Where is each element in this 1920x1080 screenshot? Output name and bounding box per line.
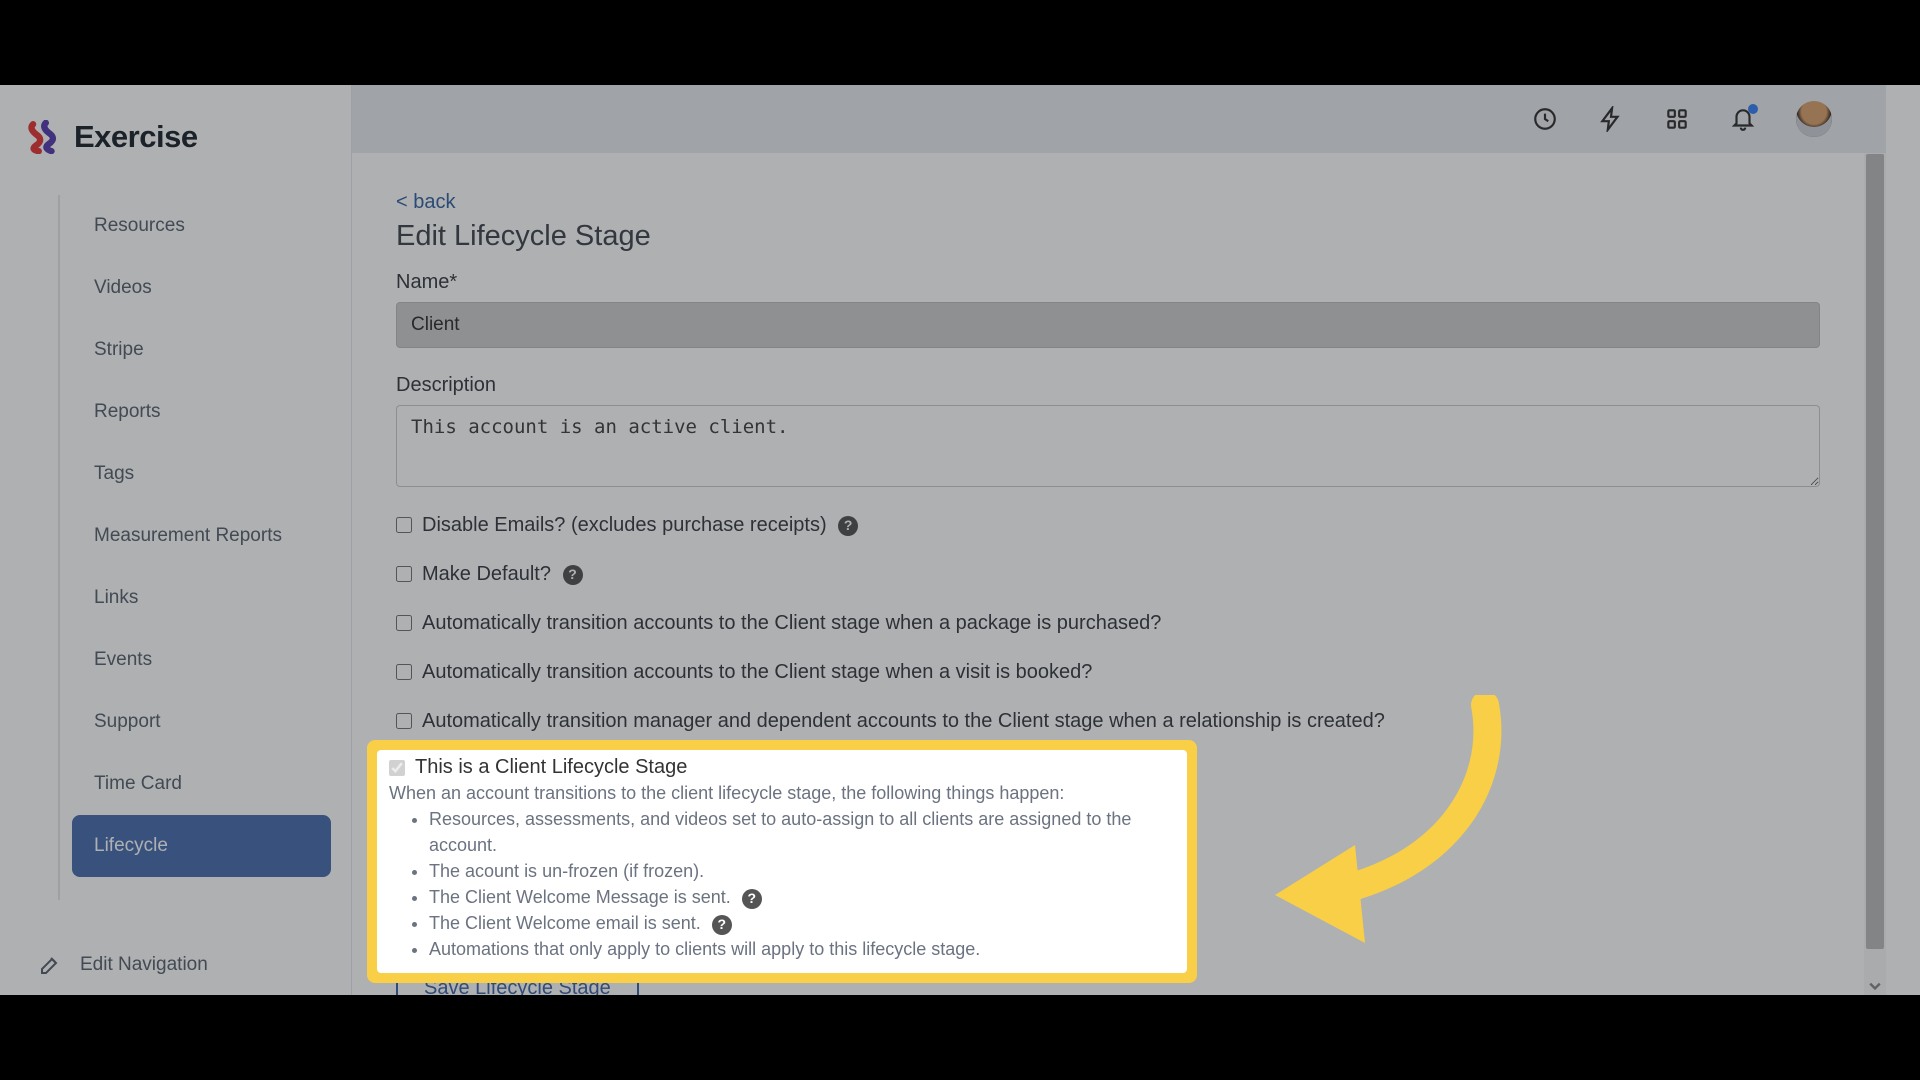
bullet-item: Automations that only apply to clients w… <box>429 936 1175 962</box>
auto-package-option[interactable]: Automatically transition accounts to the… <box>396 608 1820 639</box>
sidebar-item-links[interactable]: Links <box>72 567 331 629</box>
sidebar-item-label: Videos <box>94 277 152 299</box>
highlight-panel: This is a Client Lifecycle Stage When an… <box>377 750 1187 973</box>
bullet-item: Resources, assessments, and videos set t… <box>429 806 1175 858</box>
description-label: Description <box>396 374 1820 397</box>
name-input[interactable] <box>396 302 1820 348</box>
highlight-callout: This is a Client Lifecycle Stage When an… <box>381 724 1197 983</box>
sidebar-item-events[interactable]: Events <box>72 629 331 691</box>
brand: Exercise <box>0 85 351 155</box>
sidebar-item-lifecycle[interactable]: Lifecycle <box>72 815 331 877</box>
help-icon[interactable]: ? <box>712 915 732 935</box>
sidebar-item-label: Events <box>94 649 152 671</box>
avatar[interactable] <box>1796 101 1832 137</box>
auto-visit-checkbox[interactable] <box>396 664 412 680</box>
highlight-border: This is a Client Lifecycle Stage When an… <box>367 740 1197 983</box>
auto-visit-option[interactable]: Automatically transition accounts to the… <box>396 657 1820 688</box>
client-lifecycle-checkbox[interactable] <box>389 760 405 776</box>
grid-apps-icon[interactable] <box>1664 106 1690 132</box>
brand-logo-icon <box>26 120 60 154</box>
client-lifecycle-label: This is a Client Lifecycle Stage <box>415 756 687 779</box>
sidebar-item-label: Resources <box>94 215 185 237</box>
notification-dot <box>1748 104 1758 114</box>
sidebar-item-label: Support <box>94 711 161 733</box>
auto-package-checkbox[interactable] <box>396 615 412 631</box>
bullet-item: The acount is un-frozen (if frozen). <box>429 858 1175 884</box>
sidebar-item-support[interactable]: Support <box>72 691 331 753</box>
client-lifecycle-bullets: Resources, assessments, and videos set t… <box>389 806 1175 963</box>
sidebar-item-tags[interactable]: Tags <box>72 443 331 505</box>
sidebar-item-resources[interactable]: Resources <box>72 195 331 257</box>
sidebar-item-videos[interactable]: Videos <box>72 257 331 319</box>
make-default-option[interactable]: Make Default? ? <box>396 559 1820 590</box>
letterbox-bottom <box>0 995 1920 1080</box>
auto-package-label: Automatically transition accounts to the… <box>422 608 1161 639</box>
help-icon[interactable]: ? <box>838 516 858 536</box>
make-default-label: Make Default? <box>422 563 551 585</box>
client-lifecycle-option[interactable]: This is a Client Lifecycle Stage <box>389 756 1175 779</box>
bullet-item: The Client Welcome Message is sent. ? <box>429 884 1175 910</box>
app-stage: Exercise Resources Videos Stripe Reports… <box>0 85 1920 995</box>
letterbox-top <box>0 0 1920 85</box>
client-lifecycle-lead: When an account transitions to the clien… <box>389 783 1175 804</box>
page-title: Edit Lifecycle Stage <box>396 220 1820 253</box>
bell-icon[interactable] <box>1730 106 1756 132</box>
auto-visit-label: Automatically transition accounts to the… <box>422 657 1092 688</box>
edit-icon <box>38 953 62 977</box>
sidebar-item-label: Links <box>94 587 138 609</box>
help-icon[interactable]: ? <box>563 565 583 585</box>
back-link[interactable]: < back <box>396 191 455 213</box>
edit-navigation-button[interactable]: Edit Navigation <box>38 953 208 977</box>
make-default-checkbox[interactable] <box>396 566 412 582</box>
sidebar-item-label: Measurement Reports <box>94 525 282 547</box>
sidebar-item-label: Reports <box>94 401 161 423</box>
disable-emails-option[interactable]: Disable Emails? (excludes purchase recei… <box>396 510 1820 541</box>
sidebar-item-stripe[interactable]: Stripe <box>72 319 331 381</box>
description-textarea[interactable] <box>396 405 1820 487</box>
sidebar-item-label: Stripe <box>94 339 144 361</box>
sidebar: Exercise Resources Videos Stripe Reports… <box>0 85 352 995</box>
sidebar-item-label: Tags <box>94 463 134 485</box>
name-label: Name* <box>396 271 1820 294</box>
brand-name: Exercise <box>74 119 198 155</box>
sidebar-item-label: Time Card <box>94 773 182 795</box>
disable-emails-label: Disable Emails? (excludes purchase recei… <box>422 514 827 536</box>
sidebar-item-label: Lifecycle <box>94 835 168 857</box>
sidebar-item-time-card[interactable]: Time Card <box>72 753 331 815</box>
edit-navigation-label: Edit Navigation <box>80 954 208 976</box>
sidebar-nav: Resources Videos Stripe Reports Tags Mea… <box>58 195 333 877</box>
sidebar-item-measurement-reports[interactable]: Measurement Reports <box>72 505 331 567</box>
disable-emails-checkbox[interactable] <box>396 517 412 533</box>
scroll-down-arrow-icon[interactable] <box>1869 980 1881 992</box>
scrollbar-thumb[interactable] <box>1866 154 1884 949</box>
topbar <box>352 85 1886 153</box>
history-icon[interactable] <box>1532 106 1558 132</box>
bullet-item: The Client Welcome email is sent. ? <box>429 910 1175 936</box>
sidebar-item-reports[interactable]: Reports <box>72 381 331 443</box>
scrollbar-track[interactable] <box>1864 153 1886 995</box>
help-icon[interactable]: ? <box>742 889 762 909</box>
lightning-icon[interactable] <box>1598 106 1624 132</box>
